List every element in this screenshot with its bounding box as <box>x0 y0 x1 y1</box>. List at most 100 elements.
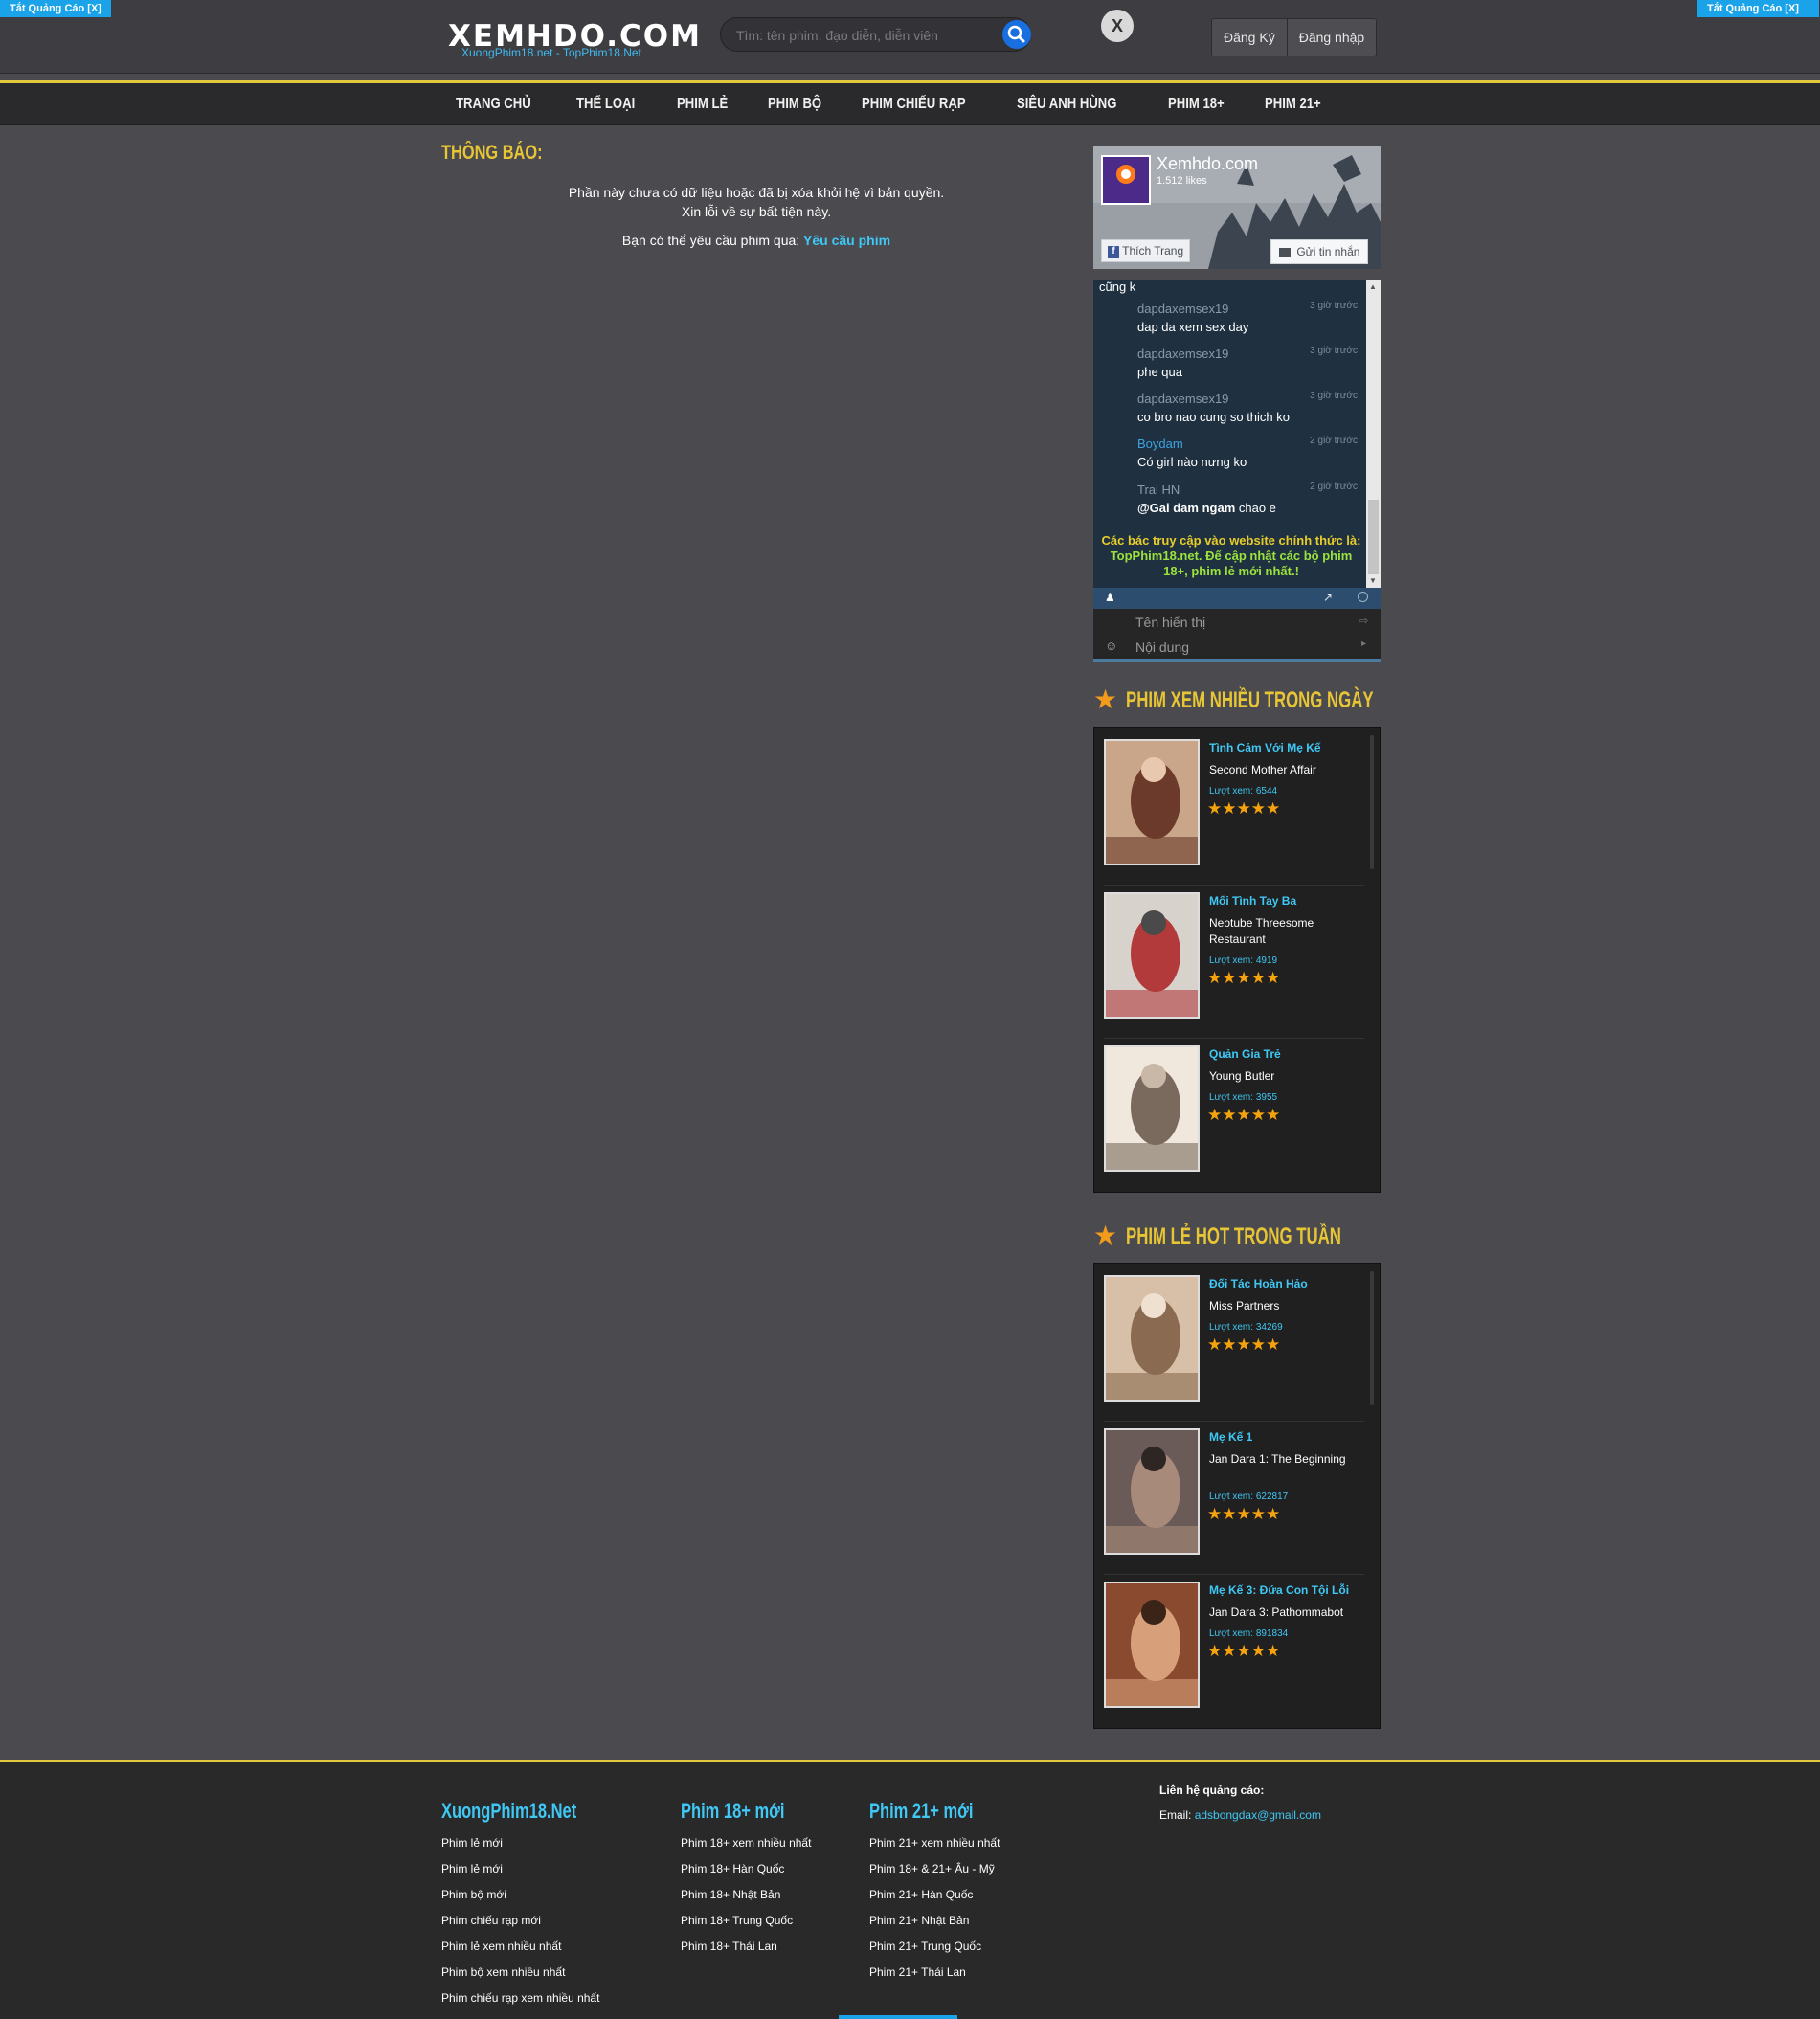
emoji-icon[interactable]: ☺ <box>1105 639 1117 653</box>
nav-item-5[interactable]: SIÊU ANH HÙNG <box>1017 83 1129 124</box>
movie-views: Lượt xem: 34269 <box>1209 1322 1283 1333</box>
movie-poster[interactable] <box>1104 1275 1200 1402</box>
footer-link[interactable]: Phim bộ mới <box>441 1888 621 1901</box>
footer-link[interactable]: Phim lẻ mới <box>441 1862 621 1875</box>
scroll-down-icon[interactable]: ▼ <box>1369 576 1377 585</box>
contact-email-link[interactable]: adsbongdax@gmail.com <box>1195 1808 1321 1822</box>
star-icon: ★ <box>1093 684 1118 714</box>
footer-col-3-title[interactable]: Phim 21+ mới <box>869 1799 973 1824</box>
chat-text-body: Có girl nào nưng ko <box>1137 455 1247 469</box>
nav-item-0[interactable]: TRANG CHỦ <box>456 83 543 124</box>
close-ad-right-button[interactable]: Tắt Quảng Cáo [X] <box>1697 0 1819 17</box>
footer-col-1: XuongPhim18.Net Phim lẻ mới Phim lẻ mới Ph… <box>441 1799 621 2005</box>
search-button[interactable] <box>1002 20 1031 49</box>
search-input[interactable] <box>734 18 987 53</box>
movie-views: Lượt xem: 891834 <box>1209 1628 1289 1639</box>
footer-link[interactable]: Phim 21+ Hàn Quốc <box>869 1888 1008 1901</box>
chat-content-row: ☺ ▸ <box>1093 634 1381 661</box>
footer-col-1-title[interactable]: XuongPhim18.Net <box>441 1799 576 1824</box>
movie-item[interactable]: Mẹ Kế 1 Jan Dara 1: The Beginning Lượt xem… <box>1104 1428 1364 1570</box>
movie-item[interactable]: Mối Tình Tay Ba Neotube Threesome Restaur… <box>1104 892 1364 1034</box>
close-ad-left-button[interactable]: Tắt Quảng Cáo [X] <box>0 0 111 17</box>
footer-link[interactable]: Phim lẻ xem nhiều nhất <box>441 1940 621 1953</box>
daily-list-scrollbar[interactable] <box>1370 735 1374 869</box>
notice-title: THÔNG BÁO: <box>441 142 543 164</box>
nav-item-1[interactable]: THỂ LOẠI <box>576 83 647 124</box>
movie-poster[interactable] <box>1104 1582 1200 1708</box>
chat-fragment: cũng k <box>1099 280 1136 294</box>
facebook-like-button[interactable]: f Thích Trang <box>1101 239 1191 262</box>
footer-link[interactable]: Phim lẻ mới <box>441 1836 621 1850</box>
movie-rating-stars: ★★★★★ <box>1207 799 1281 818</box>
movie-title[interactable]: Mẹ Kế 1 <box>1209 1430 1252 1444</box>
movie-item[interactable]: Đối Tác Hoàn Hảo Miss Partners Lượt xem: 3… <box>1104 1275 1364 1417</box>
login-button[interactable]: Đăng nhập <box>1286 19 1377 56</box>
close-popup-button[interactable]: X <box>1101 10 1134 42</box>
movie-views: Lượt xem: 4919 <box>1209 955 1278 966</box>
scroll-up-icon[interactable]: ▲ <box>1369 282 1377 291</box>
chat-official-notice: Các bác truy cập vào website chính thức … <box>1097 533 1365 579</box>
movie-poster[interactable] <box>1104 1428 1200 1555</box>
footer-link[interactable]: Phim 18+ xem nhiều nhất <box>681 1836 820 1850</box>
footer-col-2-title[interactable]: Phim 18+ mới <box>681 1799 784 1824</box>
status-icon[interactable] <box>1358 592 1368 602</box>
facebook-icon: f <box>1108 245 1119 258</box>
chat-username[interactable]: dapdaxemsex19 <box>1137 392 1228 406</box>
chat-mention[interactable]: @Gai dam ngam <box>1137 501 1235 515</box>
send-icon[interactable]: ▸ <box>1361 639 1366 649</box>
footer-link[interactable]: Phim 21+ Trung Quốc <box>869 1940 1008 1953</box>
movie-item[interactable]: Mẹ Kế 3: Đứa Con Tội Lỗi Jan Dara 3: Path… <box>1104 1582 1364 1723</box>
movie-item[interactable]: Tình Cảm Với Mẹ Kế Second Mother Affair Lư… <box>1104 739 1364 881</box>
footer-link[interactable]: Phim 18+ Hàn Quốc <box>681 1862 820 1875</box>
nav-item-3[interactable]: PHIM BỘ <box>768 83 833 124</box>
chat-notice-part1: Các bác truy cập vào website chính thức … <box>1101 533 1361 548</box>
chat-name-input[interactable] <box>1134 609 1348 636</box>
footer-link[interactable]: Phim 18+ Trung Quốc <box>681 1914 820 1927</box>
footer-link[interactable]: Phim bộ xem nhiều nhất <box>441 1965 621 1979</box>
footer-link[interactable]: Phim chiếu rạp mới <box>441 1914 621 1927</box>
request-movie-link[interactable]: Yêu cầu phim <box>803 233 890 248</box>
footer-link[interactable]: Phim 18+ Nhật Bản <box>681 1888 820 1901</box>
external-link-icon[interactable]: ↗ <box>1323 591 1333 604</box>
weekly-list-scrollbar[interactable] <box>1370 1271 1374 1405</box>
nav-item-6[interactable]: PHIM 18+ <box>1168 83 1236 124</box>
footer-link[interactable]: Phim 21+ Thái Lan <box>869 1965 1008 1979</box>
nav-item-2[interactable]: PHIM LẺ <box>677 83 740 124</box>
movie-title[interactable]: Quản Gia Trẻ <box>1209 1047 1281 1061</box>
footer-link[interactable]: Phim 18+ Thái Lan <box>681 1940 820 1953</box>
login-arrow-icon[interactable]: ⇨ <box>1359 615 1368 627</box>
nav-items: TRANG CHỦ THỂ LOẠI PHIM LẺ PHIM BỘ PHIM CHIẾ… <box>456 83 1362 124</box>
search-bar <box>720 17 1031 53</box>
footer-link[interactable]: Phim 21+ Nhật Bản <box>869 1914 1008 1927</box>
movie-title[interactable]: Mối Tình Tay Ba <box>1209 894 1296 908</box>
facebook-page-avatar[interactable] <box>1101 155 1151 205</box>
user-icon[interactable]: ♟ <box>1105 591 1115 604</box>
chat-username[interactable]: Boydam <box>1137 437 1183 451</box>
nav-item-7[interactable]: PHIM 21+ <box>1265 83 1333 124</box>
notice-request-text: Bạn có thể yêu cầu phim qua: <box>621 233 804 248</box>
movie-item[interactable]: Quản Gia Trẻ Young Butler Lượt xem: 3955 ★★… <box>1104 1045 1364 1187</box>
register-button[interactable]: Đăng Ký <box>1212 19 1287 56</box>
chat-scrollbar[interactable]: ▲ ▼ <box>1366 280 1381 588</box>
chat-username[interactable]: Trai HN <box>1137 482 1180 497</box>
chat-content-input[interactable] <box>1134 634 1348 661</box>
movie-poster[interactable] <box>1104 892 1200 1019</box>
message-icon <box>1279 248 1291 258</box>
chat-scrollbar-thumb[interactable] <box>1368 500 1379 574</box>
facebook-page-name[interactable]: Xemhdo.com <box>1157 154 1258 174</box>
footer-link[interactable]: Phim 18+ & 21+ Âu - Mỹ <box>869 1862 1008 1875</box>
footer-link[interactable]: Phim chiếu rạp xem nhiều nhất <box>441 1991 621 2005</box>
chat-username[interactable]: dapdaxemsex19 <box>1137 347 1228 361</box>
nav-item-4[interactable]: PHIM CHIẾU RẠP <box>862 83 977 124</box>
page-logo-icon <box>1116 165 1135 184</box>
chat-messages[interactable]: cũng k dapdaxemsex19 3 giờ trước dap da xe… <box>1093 280 1381 588</box>
search-icon <box>1007 25 1025 43</box>
footer-link[interactable]: Phim 21+ xem nhiều nhất <box>869 1836 1008 1850</box>
movie-title[interactable]: Tình Cảm Với Mẹ Kế <box>1209 741 1321 754</box>
movie-poster[interactable] <box>1104 739 1200 865</box>
chat-username[interactable]: dapdaxemsex19 <box>1137 302 1228 316</box>
movie-poster[interactable] <box>1104 1045 1200 1172</box>
facebook-message-button[interactable]: Gửi tin nhắn <box>1270 239 1369 264</box>
movie-title[interactable]: Mẹ Kế 3: Đứa Con Tội Lỗi <box>1209 1583 1349 1597</box>
movie-title[interactable]: Đối Tác Hoàn Hảo <box>1209 1277 1308 1290</box>
